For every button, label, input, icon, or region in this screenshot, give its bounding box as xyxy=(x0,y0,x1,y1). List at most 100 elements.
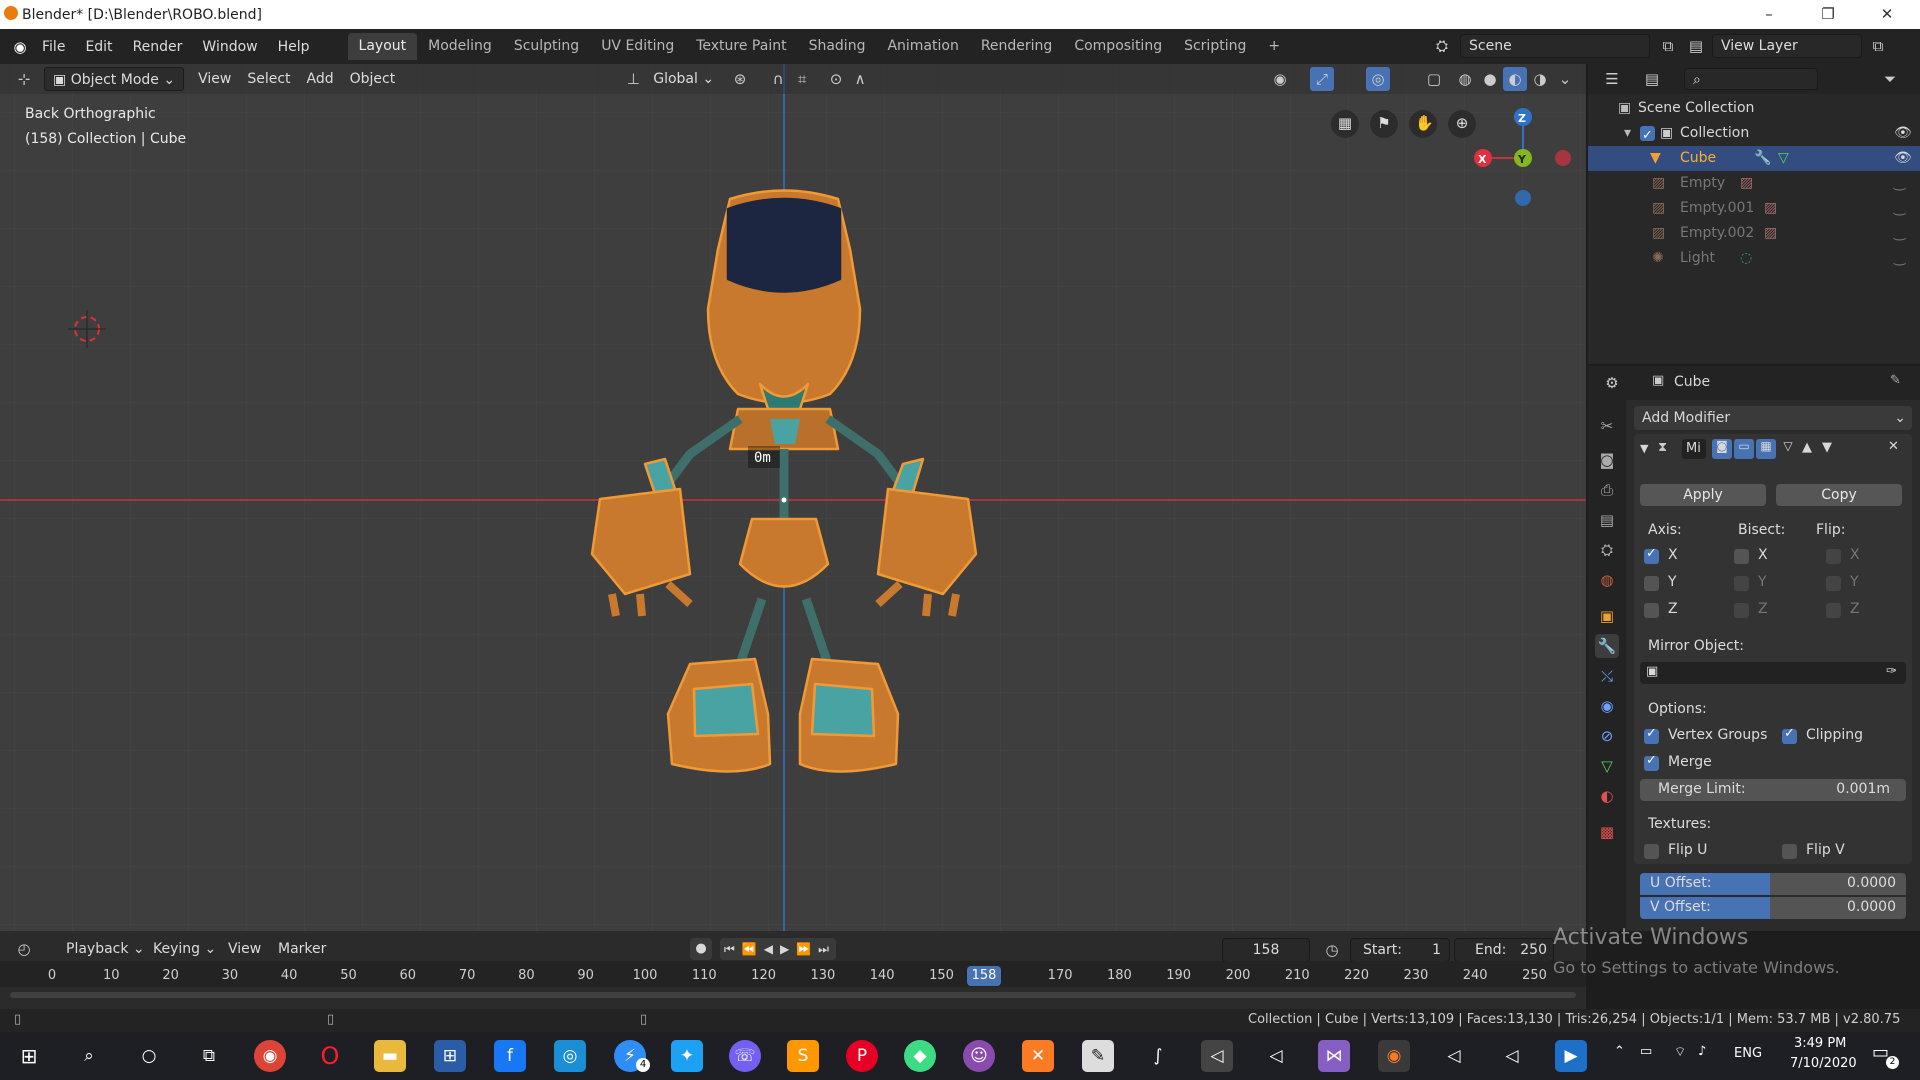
tab-modeling[interactable]: Modeling xyxy=(417,33,503,60)
menu-view-timeline[interactable]: View xyxy=(220,937,269,961)
remove-modifier-icon[interactable]: ✕ xyxy=(1888,439,1899,454)
menu-view[interactable]: View xyxy=(190,67,239,91)
rendered-shading-icon[interactable]: ◑ xyxy=(1528,67,1552,91)
outliner-row-light[interactable]: ✺ Light ◌ ‿ xyxy=(1588,246,1920,271)
add-modifier-dropdown[interactable]: Add Modifier ⌄ xyxy=(1634,406,1912,430)
menu-file[interactable]: File xyxy=(32,34,75,60)
material-tab-icon[interactable]: ◐ xyxy=(1595,784,1619,808)
github-icon[interactable]: ☺ xyxy=(963,1040,995,1072)
modifier-name-field[interactable]: Mi xyxy=(1682,439,1706,459)
instagram-icon[interactable]: ◎ xyxy=(554,1040,586,1072)
menu-edit[interactable]: Edit xyxy=(75,34,122,60)
clock-time[interactable]: 3:49 PM xyxy=(1794,1036,1846,1051)
cortana-icon[interactable]: ○ xyxy=(133,1040,165,1072)
unity-icon-2[interactable]: ◁ xyxy=(1438,1040,1470,1072)
modifier-wrench-icon[interactable]: 🔧 xyxy=(1754,146,1771,171)
mesh-data-icon[interactable]: ▽ xyxy=(1778,146,1789,171)
menu-help[interactable]: Help xyxy=(268,34,320,60)
world-tab-icon[interactable]: ◍ xyxy=(1595,568,1619,592)
twitter-icon[interactable]: ✦ xyxy=(671,1040,703,1072)
v-offset-field[interactable]: V Offset: 0.0000 xyxy=(1640,897,1906,919)
pin-icon[interactable]: ✎ xyxy=(1890,373,1901,388)
script-editor-icon[interactable]: ✎ xyxy=(1082,1040,1114,1072)
axis-z-checkbox[interactable] xyxy=(1644,603,1659,618)
clock-date[interactable]: 7/10/2020 xyxy=(1790,1056,1857,1071)
texture-tab-icon[interactable]: ▩ xyxy=(1595,820,1619,844)
chrome-icon[interactable]: ◉ xyxy=(254,1040,286,1072)
view-layer-icon[interactable]: ▤ xyxy=(1684,34,1708,58)
move-up-icon[interactable]: ▲ xyxy=(1802,440,1812,455)
menu-playback[interactable]: Playback ⌄ xyxy=(58,937,153,961)
outliner-row-collection[interactable]: ▾ ▣ Collection 👁 xyxy=(1588,121,1920,148)
flip-x-checkbox[interactable] xyxy=(1826,549,1841,564)
tab-animation[interactable]: Animation xyxy=(876,33,969,60)
solid-shading-icon[interactable]: ● xyxy=(1478,67,1502,91)
output-tab-icon[interactable]: ⎙ xyxy=(1595,478,1619,502)
display-mode-icon[interactable]: ▤ xyxy=(1640,67,1664,91)
file-explorer-icon[interactable]: ▬ xyxy=(374,1040,406,1072)
outliner-row-empty[interactable]: ▨ Empty ▨ ‿ xyxy=(1588,171,1920,196)
tool-tab-icon[interactable]: ✂ xyxy=(1595,414,1619,438)
camera-view-icon[interactable]: ⚑ xyxy=(1376,114,1392,134)
language-indicator[interactable]: ENG xyxy=(1734,1046,1762,1061)
windows-start-icon[interactable]: ⊞ xyxy=(13,1040,45,1072)
copy-button[interactable]: Copy xyxy=(1776,484,1902,506)
mode-selector[interactable]: ▣ Object Mode ⌄ xyxy=(44,67,185,91)
scene-selector[interactable]: Scene xyxy=(1460,34,1650,58)
apply-button[interactable]: Apply xyxy=(1640,484,1766,506)
stopwatch-icon[interactable]: ◷ xyxy=(1320,938,1344,962)
node-graph-icon[interactable]: ∫ xyxy=(1142,1040,1174,1072)
new-scene-icon[interactable]: ⧉ xyxy=(1656,34,1680,58)
timeline-editor-icon[interactable]: ◴ xyxy=(12,937,36,961)
axis-y-checkbox[interactable] xyxy=(1644,576,1659,591)
hidden-eye-icon[interactable]: ‿ xyxy=(1894,196,1905,221)
flip-v-checkbox[interactable] xyxy=(1782,844,1797,859)
transform-orientation-icon[interactable]: ⊥ xyxy=(621,67,645,91)
search-icon[interactable]: ⌕ xyxy=(73,1040,105,1072)
xray-icon[interactable]: ▢ xyxy=(1422,67,1446,91)
record-icon[interactable]: ● xyxy=(690,938,712,960)
outliner-row-empty-001[interactable]: ▨ Empty.001 ▨ ‿ xyxy=(1588,196,1920,221)
eye-icon[interactable]: 👁 xyxy=(1894,121,1912,146)
tab-layout[interactable]: Layout xyxy=(347,33,418,60)
store-icon[interactable]: ⊞ xyxy=(434,1040,466,1072)
tray-chevron-icon[interactable]: ⌃ xyxy=(1614,1044,1625,1059)
hidden-eye-icon[interactable]: ‿ xyxy=(1894,171,1905,196)
camera-icon[interactable]: ◙ xyxy=(1712,439,1732,459)
material-shading-icon[interactable]: ◐ xyxy=(1503,67,1527,91)
add-workspace-button[interactable]: + xyxy=(1257,33,1291,60)
sublime-icon[interactable]: S xyxy=(787,1040,819,1072)
properties-editor-icon[interactable]: ⚙ xyxy=(1600,371,1624,395)
transform-orientation-selector[interactable]: Global ⌄ xyxy=(645,67,722,91)
3d-viewport[interactable]: 0m Z X Y ▦ ⚑ ✋ ⊕ Back Orthographic (158)… xyxy=(0,64,1586,931)
tab-uv-editing[interactable]: UV Editing xyxy=(590,33,685,60)
timeline-scrollbar[interactable] xyxy=(10,992,1576,998)
gizmo-toggle-icon[interactable]: ⤢ xyxy=(1310,67,1334,91)
minimize-button[interactable]: – xyxy=(1746,0,1792,29)
tab-rendering[interactable]: Rendering xyxy=(970,33,1064,60)
tab-texture-paint[interactable]: Texture Paint xyxy=(685,33,797,60)
pinterest-icon[interactable]: P xyxy=(846,1040,878,1072)
merge-checkbox[interactable] xyxy=(1644,753,1659,771)
outliner-row-scene-collection[interactable]: ▣ Scene Collection xyxy=(1588,96,1920,121)
end-frame-field[interactable]: End: 250 xyxy=(1454,938,1554,962)
proportional-edit-icon[interactable]: ⊙ xyxy=(824,67,848,91)
bisect-x-checkbox[interactable] xyxy=(1734,549,1749,564)
expand-arrow-icon[interactable]: ▾ xyxy=(1624,121,1631,146)
tab-scripting[interactable]: Scripting xyxy=(1173,33,1257,60)
flip-u-checkbox[interactable] xyxy=(1644,844,1659,859)
move-down-icon[interactable]: ▼ xyxy=(1822,440,1832,455)
playback-controls[interactable]: ⏮⏪◀▶⏩⏭ xyxy=(720,938,836,960)
task-view-icon[interactable]: ⧉ xyxy=(193,1040,225,1072)
outliner-row-cube[interactable]: ▼ Cube 🔧 ▽ 👁 xyxy=(1588,146,1920,171)
tab-compositing[interactable]: Compositing xyxy=(1063,33,1173,60)
menu-marker[interactable]: Marker xyxy=(270,937,334,961)
view-layer-selector[interactable]: View Layer xyxy=(1712,34,1862,58)
flip-y-checkbox[interactable] xyxy=(1826,576,1841,591)
volume-icon[interactable]: ♪ xyxy=(1698,1044,1706,1059)
outliner-row-empty-002[interactable]: ▨ Empty.002 ▨ ‿ xyxy=(1588,221,1920,246)
axis-x-checkbox[interactable] xyxy=(1644,546,1659,564)
opera-icon[interactable]: O xyxy=(314,1040,346,1072)
unity-icon[interactable]: ◁ xyxy=(1260,1040,1292,1072)
clipping-checkbox[interactable] xyxy=(1782,726,1797,744)
